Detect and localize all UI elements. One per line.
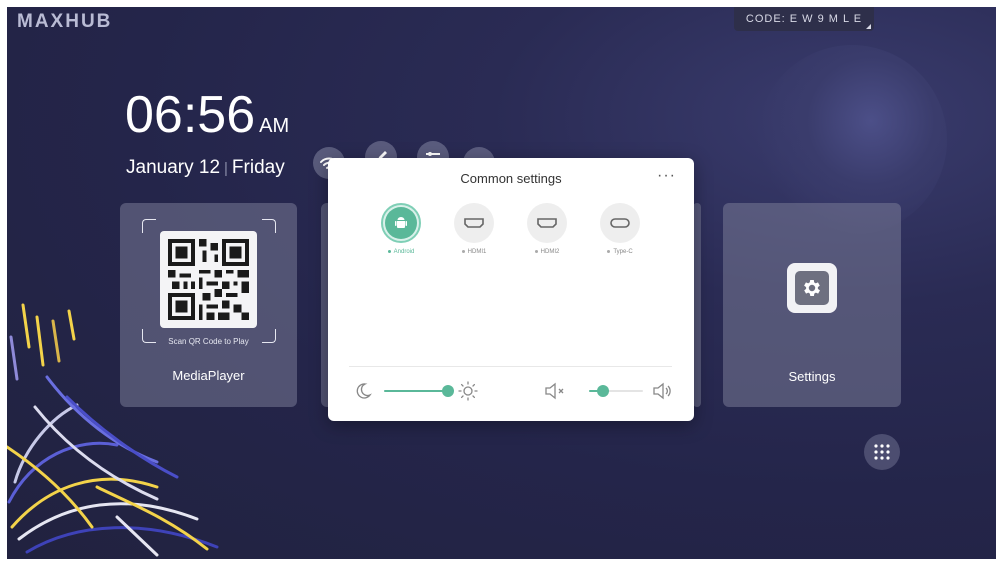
code-badge[interactable]: CODE: E W 9 M L E (734, 7, 874, 31)
more-options-button[interactable]: ··· (657, 167, 676, 185)
source-label: HDMI2 (517, 249, 577, 255)
qr-caption: Scan QR Code to Play (168, 337, 249, 346)
source-hdmi1[interactable]: HDMI1 (444, 203, 504, 255)
source-type-c[interactable]: Type-C (590, 203, 650, 255)
gear-icon (804, 280, 820, 296)
home-screen: MAXHUB CODE: E W 9 M L E 06:56 AM January… (7, 7, 996, 559)
panel-title: Common settings (460, 171, 562, 186)
sun-icon (458, 381, 478, 401)
brightness-slider[interactable] (384, 385, 454, 397)
mediaplayer-tile[interactable]: Scan QR Code to Play MediaPlayer (120, 203, 297, 407)
source-label: HDMI1 (444, 249, 504, 255)
brand-logo: MAXHUB (17, 11, 113, 32)
common-settings-panel: Common settings ··· Android HDMI1 HDMI2 … (328, 158, 694, 421)
grid-icon (874, 444, 890, 460)
usb-c-icon (610, 218, 630, 228)
brightness-slider-fill (384, 390, 448, 392)
panel-divider (349, 366, 672, 367)
date-separator: | (224, 160, 228, 177)
qr-code (160, 231, 257, 328)
date-text: January 12 (126, 157, 221, 178)
all-apps-button[interactable] (864, 434, 900, 470)
settings-tile[interactable]: Settings (723, 203, 901, 407)
volume-slider-thumb[interactable] (597, 385, 609, 397)
moon-icon (356, 383, 372, 399)
android-icon (395, 217, 407, 228)
source-label: Type-C (590, 249, 650, 255)
source-android[interactable]: Android (371, 203, 431, 255)
volume-slider[interactable] (589, 385, 643, 397)
hdmi-icon (464, 218, 484, 228)
clock-hours-minutes: 06:56 (125, 86, 256, 144)
clock-ampm: AM (259, 115, 290, 137)
volume-icon (653, 382, 671, 400)
source-label: Android (371, 249, 431, 255)
clock-time: 06:56 AM (125, 89, 289, 141)
code-text: CODE: E W 9 M L E (745, 13, 863, 25)
qr-code-icon (168, 239, 249, 320)
hdmi-icon (537, 218, 557, 228)
day-text: Friday (231, 157, 285, 178)
brightness-slider-thumb[interactable] (442, 385, 454, 397)
clock-date: January 12 | Friday (126, 157, 285, 179)
mediaplayer-label: MediaPlayer (172, 368, 245, 383)
corner-indicator-icon (866, 24, 871, 29)
settings-app-icon (787, 263, 837, 313)
mute-icon (545, 382, 564, 400)
hidden-tile-edge[interactable] (693, 203, 701, 407)
source-hdmi2[interactable]: HDMI2 (517, 203, 577, 255)
settings-label: Settings (788, 369, 836, 384)
